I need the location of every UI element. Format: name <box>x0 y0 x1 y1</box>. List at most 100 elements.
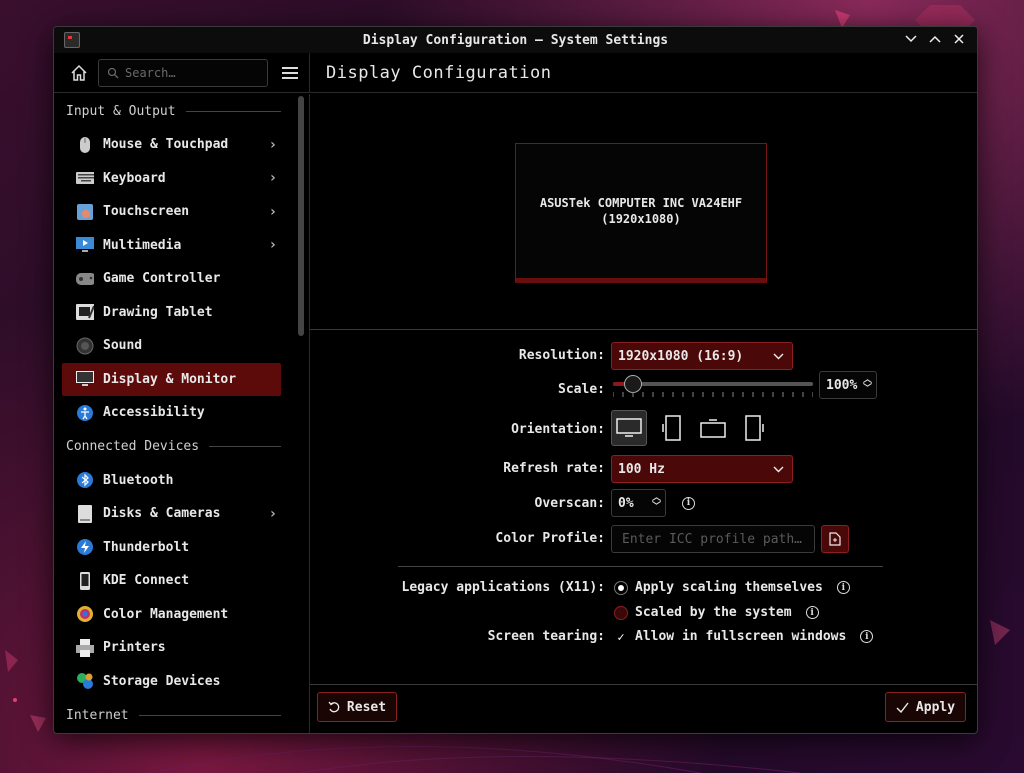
sidebar-item-printers[interactable]: Printers <box>62 631 281 665</box>
minimize-button[interactable] <box>903 30 919 48</box>
scale-value: 100% <box>826 377 858 393</box>
app-icon <box>64 32 80 48</box>
browse-file-button[interactable] <box>821 525 849 553</box>
sidebar-item-kde-connect[interactable]: KDE Connect <box>62 564 281 598</box>
hamburger-menu-button[interactable] <box>282 62 304 84</box>
toolbar: Display Configuration <box>54 53 977 93</box>
sidebar-item-touchscreen[interactable]: Touchscreen › <box>62 195 281 229</box>
overscan-label: Overscan: <box>534 496 605 511</box>
search-input[interactable] <box>125 65 255 80</box>
home-button[interactable] <box>68 62 90 84</box>
sidebar-item-drawing-tablet[interactable]: Drawing Tablet <box>62 296 281 330</box>
color-profile-input[interactable] <box>622 531 802 547</box>
refresh-rate-value: 100 Hz <box>618 461 665 477</box>
monitor-portrait-icon <box>662 415 681 441</box>
section-header-internet: Internet <box>54 698 309 732</box>
close-icon <box>954 34 964 44</box>
overscan-spinbox[interactable]: 0% ︿ ﹀ <box>611 489 666 517</box>
sidebar-item-display-monitor[interactable]: Display & Monitor <box>62 362 281 396</box>
section-header-connected-devices: Connected Devices <box>54 430 309 464</box>
printer-icon <box>76 638 94 657</box>
screen-tearing-option[interactable]: ✓ Allow in fullscreen windows i <box>614 629 874 644</box>
monitor-preview-area: ASUSTek COMPUTER INC VA24EHF (1920x1080) <box>310 94 977 330</box>
sidebar-item-color-management[interactable]: Color Management <box>62 598 281 632</box>
sidebar-item-storage-devices[interactable]: Storage Devices <box>62 665 281 699</box>
disk-icon <box>76 504 94 523</box>
page-title: Display Configuration <box>326 62 552 83</box>
maximize-button[interactable] <box>927 30 943 48</box>
gamepad-icon <box>76 270 94 288</box>
multimedia-icon <box>76 236 94 254</box>
scale-label: Scale: <box>558 382 605 397</box>
resolution-label: Resolution: <box>518 348 605 363</box>
info-icon[interactable]: i <box>682 496 695 510</box>
color-profile-field[interactable] <box>611 525 815 553</box>
info-icon[interactable]: i <box>836 581 850 594</box>
window-controls <box>903 30 967 48</box>
storage-icon <box>76 672 94 690</box>
sidebar-item-thunderbolt[interactable]: Thunderbolt <box>62 531 281 565</box>
sidebar-item-disks-cameras[interactable]: Disks & Cameras › <box>62 497 281 531</box>
phone-icon <box>76 571 94 590</box>
legacy-apps-label: Legacy applications (X11): <box>401 580 606 595</box>
sidebar: Input & Output Mouse & Touchpad › Keyboa… <box>54 94 310 733</box>
orientation-portrait-right-button[interactable] <box>737 410 773 446</box>
refresh-rate-combobox[interactable]: 100 Hz <box>611 455 793 483</box>
orientation-portrait-left-button[interactable] <box>653 410 689 446</box>
file-icon <box>829 532 841 546</box>
legacy-option-scaled-by-system[interactable]: Scaled by the system i <box>614 605 819 620</box>
sidebar-item-bluetooth[interactable]: Bluetooth <box>62 464 281 498</box>
section-header-input-output: Input & Output <box>54 94 309 128</box>
orientation-flipped-button[interactable] <box>695 410 731 446</box>
radio-button-unchecked[interactable] <box>614 605 628 620</box>
search-icon <box>107 67 119 78</box>
keyboard-icon <box>76 169 94 187</box>
spin-arrows-icon[interactable]: ︿ ﹀ <box>652 494 661 512</box>
monitor-preview[interactable]: ASUSTek COMPUTER INC VA24EHF (1920x1080) <box>515 143 767 283</box>
overscan-value: 0% <box>618 495 634 511</box>
chevron-right-icon: › <box>268 237 277 254</box>
sidebar-item-accessibility[interactable]: Accessibility <box>62 396 281 430</box>
monitor-landscape-icon <box>616 418 642 437</box>
monitor-name: ASUSTek COMPUTER INC VA24EHF <box>539 196 743 210</box>
scale-slider[interactable] <box>611 374 813 402</box>
bluetooth-icon <box>76 471 94 489</box>
checkmark-icon[interactable]: ✓ <box>614 630 628 644</box>
separator <box>398 566 883 567</box>
chevron-up-icon <box>929 35 941 43</box>
info-icon[interactable]: i <box>805 606 819 619</box>
sidebar-item-mouse-touchpad[interactable]: Mouse & Touchpad › <box>62 128 281 162</box>
scale-spinbox[interactable]: 100% ︿ ﹀ <box>819 371 877 399</box>
info-icon[interactable]: i <box>860 630 874 643</box>
settings-window: Display Configuration — System Settings <box>53 26 978 734</box>
undo-icon <box>328 701 340 713</box>
search-field[interactable] <box>98 58 268 87</box>
content-body: Input & Output Mouse & Touchpad › Keyboa… <box>54 94 977 733</box>
sidebar-item-multimedia[interactable]: Multimedia › <box>62 229 281 263</box>
scrollbar-thumb[interactable] <box>298 96 304 336</box>
chevron-down-icon <box>773 466 784 472</box>
home-icon <box>71 64 87 81</box>
monitor-icon <box>76 370 94 388</box>
touchscreen-icon <box>76 203 94 221</box>
legacy-option-apply-scaling[interactable]: Apply scaling themselves i <box>614 580 850 595</box>
resolution-combobox[interactable]: 1920x1080 (16:9) <box>611 342 793 370</box>
refresh-rate-label: Refresh rate: <box>503 461 605 476</box>
slider-ticks <box>613 392 813 397</box>
radio-button-checked[interactable] <box>614 580 628 595</box>
sidebar-scrollbar[interactable] <box>298 94 307 733</box>
sidebar-item-game-controller[interactable]: Game Controller <box>62 262 281 296</box>
hamburger-icon <box>282 66 298 69</box>
chevron-right-icon: › <box>268 203 277 220</box>
spin-arrows-icon[interactable]: ︿ ﹀ <box>863 376 872 394</box>
slider-handle[interactable] <box>624 375 642 393</box>
orientation-landscape-button[interactable] <box>611 410 647 446</box>
sidebar-item-keyboard[interactable]: Keyboard › <box>62 162 281 196</box>
mouse-icon <box>76 136 94 154</box>
reset-button[interactable]: Reset <box>317 692 397 722</box>
sidebar-item-sound[interactable]: Sound <box>62 329 281 363</box>
apply-button[interactable]: Apply <box>885 692 966 722</box>
close-button[interactable] <box>951 30 967 48</box>
thunderbolt-icon <box>76 538 94 556</box>
speaker-icon <box>76 337 94 355</box>
